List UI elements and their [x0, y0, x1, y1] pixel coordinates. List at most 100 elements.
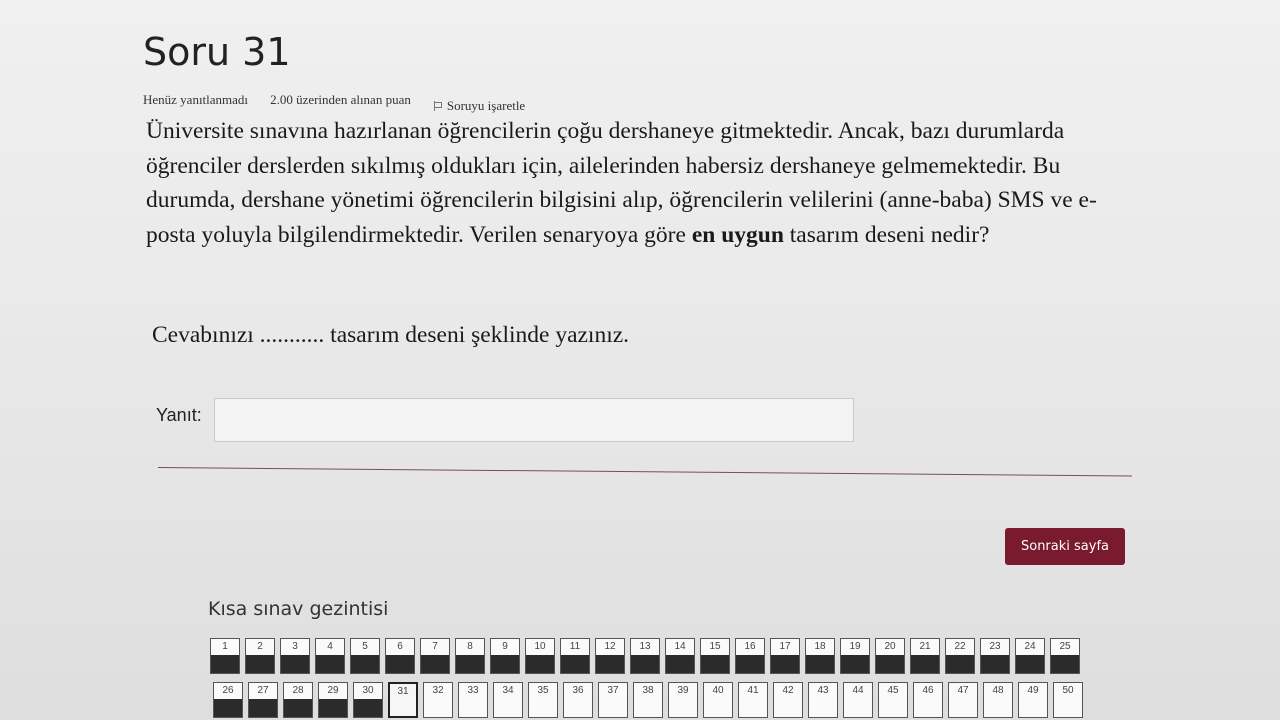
quiz-nav-number: 34 [502, 685, 514, 696]
answer-input[interactable] [214, 398, 854, 442]
quiz-nav-button[interactable]: 46 [913, 682, 943, 718]
quiz-nav-number: 29 [327, 685, 339, 696]
quiz-nav-button[interactable]: 40 [703, 682, 733, 718]
quiz-nav-button[interactable]: 19 [840, 638, 870, 674]
answered-indicator [354, 699, 382, 717]
quiz-nav-button[interactable]: 8 [455, 638, 485, 674]
quiz-nav-number: 4 [327, 641, 333, 652]
answered-indicator [911, 655, 939, 673]
quiz-nav-button[interactable]: 26 [213, 682, 243, 718]
quiz-nav-button[interactable]: 17 [770, 638, 800, 674]
quiz-nav-number: 14 [674, 641, 686, 652]
quiz-nav-button[interactable]: 30 [353, 682, 383, 718]
quiz-nav-button[interactable]: 29 [318, 682, 348, 718]
quiz-nav-number: 17 [779, 641, 791, 652]
quiz-nav-number: 6 [397, 641, 403, 652]
answered-indicator [1016, 655, 1044, 673]
quiz-nav-button[interactable]: 9 [490, 638, 520, 674]
answered-indicator [596, 655, 624, 673]
flag-question-button[interactable]: Soruyu işaretle [433, 98, 525, 114]
quiz-nav-button[interactable]: 13 [630, 638, 660, 674]
quiz-nav-button[interactable]: 23 [980, 638, 1010, 674]
quiz-nav-button[interactable]: 45 [878, 682, 908, 718]
quiz-nav-row-2: 26 27 28 29 30 31 32 33 34 35 36 37 38 39 40 41 42 43 44 45… [213, 682, 1083, 718]
quiz-nav-button[interactable]: 47 [948, 682, 978, 718]
quiz-nav-number: 15 [709, 641, 721, 652]
quiz-nav-number: 24 [1024, 641, 1036, 652]
quiz-nav-button[interactable]: 41 [738, 682, 768, 718]
quiz-nav-button[interactable]: 10 [525, 638, 555, 674]
quiz-nav-number: 43 [817, 685, 829, 696]
quiz-nav-button[interactable]: 33 [458, 682, 488, 718]
quiz-nav-number: 28 [292, 685, 304, 696]
quiz-nav-button[interactable]: 36 [563, 682, 593, 718]
quiz-nav-button[interactable]: 4 [315, 638, 345, 674]
quiz-nav-number: 42 [782, 685, 794, 696]
quiz-nav-button[interactable]: 21 [910, 638, 940, 674]
quiz-nav-button[interactable]: 5 [350, 638, 380, 674]
quiz-nav-number: 30 [362, 685, 374, 696]
next-page-button[interactable]: Sonraki sayfa [1005, 528, 1125, 565]
answered-indicator [456, 655, 484, 673]
quiz-nav-button[interactable]: 43 [808, 682, 838, 718]
quiz-nav-number: 3 [292, 641, 298, 652]
question-info: Henüz yanıtlanmadı 2.00 üzerinden alınan… [143, 92, 525, 114]
quiz-nav-number: 2 [257, 641, 263, 652]
answered-indicator [771, 655, 799, 673]
quiz-nav-button[interactable]: 48 [983, 682, 1013, 718]
flag-icon [433, 101, 442, 111]
answered-indicator [214, 699, 242, 717]
quiz-nav-number: 13 [639, 641, 651, 652]
quiz-nav-number: 35 [537, 685, 549, 696]
quiz-nav-button[interactable]: 42 [773, 682, 803, 718]
answered-indicator [631, 655, 659, 673]
quiz-nav-button[interactable]: 32 [423, 682, 453, 718]
quiz-nav-number: 50 [1062, 685, 1074, 696]
answered-indicator [876, 655, 904, 673]
quiz-nav-number: 37 [607, 685, 619, 696]
quiz-nav-number: 25 [1059, 641, 1071, 652]
answered-indicator [666, 655, 694, 673]
quiz-nav-button[interactable]: 1 [210, 638, 240, 674]
quiz-nav-button[interactable]: 6 [385, 638, 415, 674]
quiz-nav-button[interactable]: 34 [493, 682, 523, 718]
answered-indicator [421, 655, 449, 673]
quiz-nav-button[interactable]: 25 [1050, 638, 1080, 674]
quiz-nav-button[interactable]: 49 [1018, 682, 1048, 718]
quiz-nav-button[interactable]: 27 [248, 682, 278, 718]
quiz-nav-number: 31 [397, 686, 409, 697]
quiz-nav-number: 5 [362, 641, 368, 652]
quiz-nav-number: 38 [642, 685, 654, 696]
answered-indicator [946, 655, 974, 673]
quiz-nav-button[interactable]: 16 [735, 638, 765, 674]
quiz-nav-button[interactable]: 11 [560, 638, 590, 674]
quiz-nav-number: 18 [814, 641, 826, 652]
quiz-nav-button[interactable]: 35 [528, 682, 558, 718]
quiz-nav-button[interactable]: 24 [1015, 638, 1045, 674]
quiz-nav-number: 23 [989, 641, 1001, 652]
quiz-nav-button[interactable]: 14 [665, 638, 695, 674]
quiz-nav-button[interactable]: 3 [280, 638, 310, 674]
quiz-nav-number: 9 [502, 641, 508, 652]
quiz-nav-number: 47 [957, 685, 969, 696]
quiz-nav-button[interactable]: 20 [875, 638, 905, 674]
quiz-nav-button[interactable]: 22 [945, 638, 975, 674]
quiz-nav-number: 19 [849, 641, 861, 652]
quiz-nav-button[interactable]: 50 [1053, 682, 1083, 718]
quiz-nav-button[interactable]: 28 [283, 682, 313, 718]
quiz-nav-button[interactable]: 37 [598, 682, 628, 718]
quiz-nav-number: 33 [467, 685, 479, 696]
quiz-nav-button[interactable]: 31 [388, 682, 418, 718]
answered-indicator [281, 655, 309, 673]
quiz-navigation-title: Kısa sınav gezintisi [208, 598, 389, 620]
quiz-nav-number: 7 [432, 641, 438, 652]
quiz-nav-button[interactable]: 38 [633, 682, 663, 718]
quiz-nav-button[interactable]: 18 [805, 638, 835, 674]
quiz-nav-button[interactable]: 7 [420, 638, 450, 674]
quiz-nav-button[interactable]: 44 [843, 682, 873, 718]
quiz-nav-button[interactable]: 2 [245, 638, 275, 674]
quiz-nav-button[interactable]: 12 [595, 638, 625, 674]
quiz-nav-button[interactable]: 15 [700, 638, 730, 674]
quiz-nav-button[interactable]: 39 [668, 682, 698, 718]
quiz-nav-number: 27 [257, 685, 269, 696]
